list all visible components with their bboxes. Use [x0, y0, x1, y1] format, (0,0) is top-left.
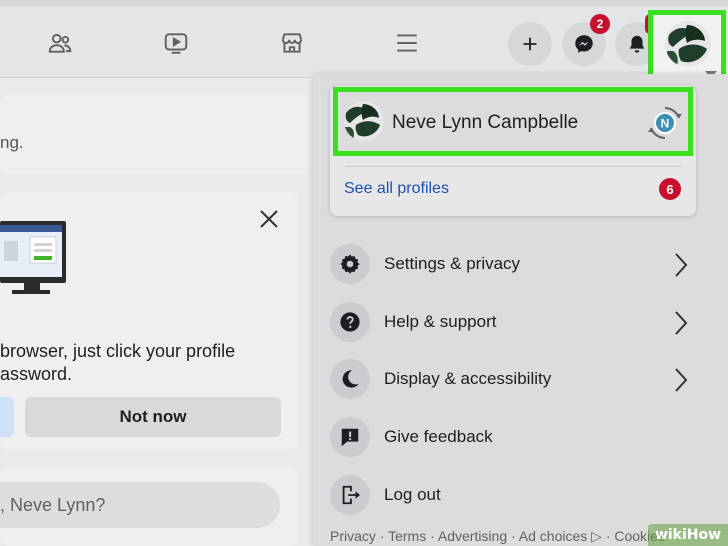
menu-item-log-out[interactable]: Log out [330, 475, 700, 521]
not-now-button[interactable]: Not now [25, 397, 281, 437]
remember-password-button[interactable] [0, 397, 14, 437]
chevron-right-icon [675, 368, 688, 392]
settings-icon-wrap [330, 244, 370, 284]
remember-password-line-1: browser, just click your profile [0, 341, 236, 361]
watch-icon[interactable] [161, 28, 191, 58]
current-profile-row[interactable]: Neve Lynn Campbelle N [333, 87, 693, 156]
feed-card-top: ng. [0, 95, 308, 175]
friends-icon[interactable] [45, 28, 75, 58]
menu-item-settings-privacy[interactable]: Settings & privacy [330, 244, 700, 290]
messenger-badge: 2 [590, 14, 610, 34]
marketplace-icon[interactable] [277, 28, 307, 58]
logout-icon [342, 485, 361, 505]
feedback-icon-wrap [330, 417, 370, 457]
avatar [665, 21, 711, 67]
display-icon-wrap [330, 359, 370, 399]
profile-avatar [344, 101, 384, 141]
remember-password-text: browser, just click your profile assword… [0, 340, 300, 386]
menu-icon[interactable] [392, 28, 422, 58]
close-card-button[interactable] [258, 208, 280, 230]
gear-icon [340, 254, 360, 274]
plus-icon [523, 37, 537, 51]
menu-item-help-support[interactable]: Help & support [330, 302, 700, 348]
switch-profile-initial: N [661, 117, 670, 131]
give-feedback-label: Give feedback [384, 427, 493, 446]
create-button[interactable] [508, 22, 552, 66]
feed-card-text: ng. [0, 133, 24, 152]
computer-illustration-icon [0, 221, 66, 294]
messenger-icon [575, 35, 593, 53]
close-icon [260, 210, 278, 228]
profile-name: Neve Lynn Campbelle [392, 112, 579, 133]
help-icon-wrap [330, 302, 370, 342]
composer-input[interactable]: , Neve Lynn? [0, 482, 280, 528]
logout-icon-wrap [330, 475, 370, 515]
feedback-icon [341, 428, 359, 447]
moon-icon [342, 370, 359, 388]
chevron-right-icon [675, 311, 688, 335]
question-mark-icon [340, 312, 360, 332]
display-accessibility-label: Display & accessibility [384, 369, 552, 388]
chevron-right-icon [675, 253, 688, 277]
bell-icon [629, 35, 645, 53]
switch-profile-icon[interactable]: N [648, 106, 682, 140]
menu-item-display-accessibility[interactable]: Display & accessibility [330, 359, 700, 405]
help-support-label: Help & support [384, 312, 497, 331]
log-out-label: Log out [384, 485, 441, 504]
see-all-profiles-badge: 6 [659, 178, 681, 200]
profiles-divider [345, 166, 681, 167]
see-all-profiles-link[interactable]: See all profiles [344, 180, 449, 198]
remember-password-line-2: assword. [0, 364, 73, 384]
menu-item-give-feedback[interactable]: Give feedback [330, 417, 700, 463]
wikihow-watermark: wikiHow [648, 524, 728, 546]
settings-privacy-label: Settings & privacy [384, 254, 521, 273]
top-navbar: 2 [0, 6, 728, 78]
